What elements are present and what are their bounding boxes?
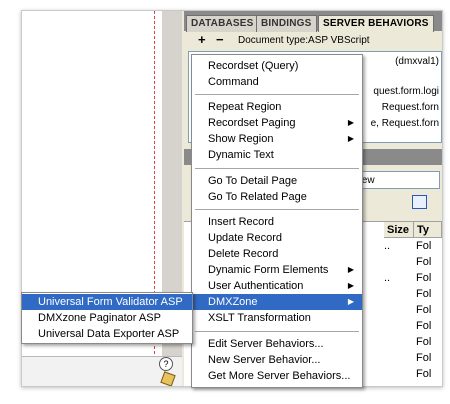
submenu-arrow-icon: ▶ bbox=[347, 134, 354, 143]
menu-item-label: Go To Detail Page bbox=[208, 175, 298, 187]
tab-databases[interactable]: DATABASES bbox=[186, 15, 259, 32]
menu-item-label: Edit Server Behaviors... bbox=[208, 338, 324, 350]
menu-item-recordset[interactable]: Recordset (Query) bbox=[192, 58, 362, 74]
submenu-arrow-icon: ▶ bbox=[347, 281, 354, 290]
dmxzone-submenu: Universal Form Validator ASP DMXzone Pag… bbox=[21, 292, 193, 344]
menu-item-label: Command bbox=[208, 76, 259, 88]
column-header-size[interactable]: Size bbox=[384, 222, 414, 238]
panel-tabs: DATABASES BINDINGS SERVER BEHAVIORS bbox=[184, 11, 442, 32]
menu-item-dynamic-text[interactable]: Dynamic Text bbox=[192, 147, 362, 163]
menu-item-label: DMXZone bbox=[208, 296, 258, 308]
table-cell: Fol bbox=[416, 256, 432, 268]
menu-item-label: Go To Related Page bbox=[208, 191, 307, 203]
menu-separator bbox=[195, 94, 359, 95]
menu-item-label: Delete Record bbox=[208, 248, 279, 260]
menu-item-update-record[interactable]: Update Record bbox=[192, 230, 362, 246]
submenu-item-universal-data-exporter[interactable]: Universal Data Exporter ASP bbox=[22, 326, 192, 342]
submenu-arrow-icon: ▶ bbox=[347, 297, 354, 306]
tab-bindings[interactable]: BINDINGS bbox=[256, 15, 317, 32]
menu-item-edit-server-behaviors[interactable]: Edit Server Behaviors... bbox=[192, 336, 362, 352]
document-type-label: Document type:ASP VBScript bbox=[238, 35, 370, 46]
menu-item-label: Recordset (Query) bbox=[208, 60, 299, 72]
menu-item-new-server-behavior[interactable]: New Server Behavior... bbox=[192, 352, 362, 368]
add-behavior-button[interactable]: + bbox=[198, 33, 206, 47]
list-item[interactable]: Request.forn bbox=[382, 102, 439, 113]
menu-item-label: XSLT Transformation bbox=[208, 312, 311, 324]
list-item[interactable]: e, Request.forn bbox=[371, 118, 439, 129]
menu-item-delete-record[interactable]: Delete Record bbox=[192, 246, 362, 262]
menu-item-dmxzone[interactable]: DMXZone ▶ bbox=[192, 294, 362, 310]
list-item[interactable]: quest.form.logi bbox=[373, 86, 439, 97]
menu-item-user-authentication[interactable]: User Authentication ▶ bbox=[192, 278, 362, 294]
menu-item-label: User Authentication bbox=[208, 280, 304, 292]
menu-item-xslt-transformation[interactable]: XSLT Transformation bbox=[192, 310, 362, 326]
submenu-item-label: Universal Form Validator ASP bbox=[38, 296, 183, 308]
menu-item-label: Recordset Paging bbox=[208, 117, 296, 129]
table-cell: Fol bbox=[416, 240, 432, 252]
menu-item-command[interactable]: Command bbox=[192, 74, 362, 90]
menu-separator bbox=[195, 331, 359, 332]
menu-item-recordset-paging[interactable]: Recordset Paging ▶ bbox=[192, 115, 362, 131]
menu-separator bbox=[195, 168, 359, 169]
menu-item-repeat-region[interactable]: Repeat Region bbox=[192, 99, 362, 115]
submenu-item-label: Universal Data Exporter ASP bbox=[38, 328, 180, 340]
table-cell: Fol bbox=[416, 288, 432, 300]
menu-item-get-more-server-behaviors[interactable]: Get More Server Behaviors... bbox=[192, 368, 362, 384]
submenu-item-label: DMXzone Paginator ASP bbox=[38, 312, 161, 324]
table-cell: .. bbox=[384, 272, 391, 284]
menu-item-go-to-related-page[interactable]: Go To Related Page bbox=[192, 189, 362, 205]
table-cell: Fol bbox=[416, 336, 432, 348]
menu-item-insert-record[interactable]: Insert Record bbox=[192, 214, 362, 230]
submenu-arrow-icon: ▶ bbox=[347, 118, 354, 127]
server-behaviors-menu: Recordset (Query) Command Repeat Region … bbox=[191, 54, 363, 388]
list-item[interactable]: (dmxval1) bbox=[395, 56, 439, 67]
panel-toolbar: + − Document type:ASP VBScript bbox=[184, 33, 442, 49]
column-header-type[interactable]: Ty bbox=[414, 222, 442, 238]
menu-item-label: Show Region bbox=[208, 133, 274, 145]
table-cell: Fol bbox=[416, 352, 432, 364]
tab-server-behaviors[interactable]: SERVER BEHAVIORS bbox=[318, 15, 434, 32]
submenu-arrow-icon: ▶ bbox=[347, 265, 354, 274]
submenu-item-universal-form-validator[interactable]: Universal Form Validator ASP bbox=[22, 294, 192, 310]
menu-item-label: Dynamic Form Elements bbox=[208, 264, 329, 276]
table-cell: Fol bbox=[416, 304, 432, 316]
menu-separator bbox=[195, 209, 359, 210]
table-cell: Fol bbox=[416, 368, 432, 380]
menu-item-label: New Server Behavior... bbox=[208, 354, 321, 366]
menu-item-go-to-detail-page[interactable]: Go To Detail Page bbox=[192, 173, 362, 189]
menu-item-label: Repeat Region bbox=[208, 101, 282, 113]
table-cell: Fol bbox=[416, 320, 432, 332]
menu-item-label: Insert Record bbox=[208, 216, 275, 228]
menu-item-dynamic-form-elements[interactable]: Dynamic Form Elements ▶ bbox=[192, 262, 362, 278]
expand-icon[interactable] bbox=[412, 195, 427, 209]
help-icon[interactable]: ? bbox=[159, 357, 173, 371]
menu-item-label: Dynamic Text bbox=[208, 149, 274, 161]
menu-item-label: Update Record bbox=[208, 232, 282, 244]
remove-behavior-button[interactable]: − bbox=[216, 33, 224, 47]
menu-item-label: Get More Server Behaviors... bbox=[208, 370, 351, 382]
submenu-item-dmxzone-paginator[interactable]: DMXzone Paginator ASP bbox=[22, 310, 192, 326]
table-cell: .. bbox=[384, 240, 391, 252]
table-cell: Fol bbox=[416, 272, 432, 284]
left-status-area bbox=[22, 356, 182, 386]
menu-item-show-region[interactable]: Show Region ▶ bbox=[192, 131, 362, 147]
